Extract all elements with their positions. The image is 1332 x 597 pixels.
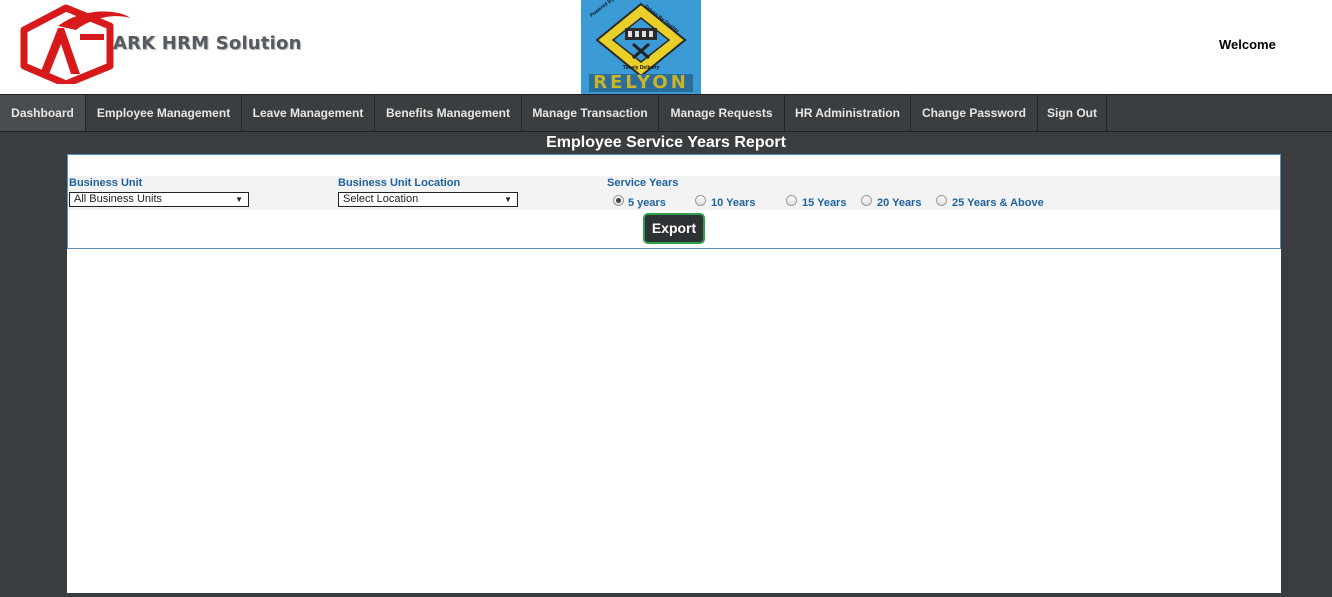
chevron-down-icon: ▼ [235,195,243,204]
welcome-text: Welcome [1219,37,1276,52]
radio-25-years-above-label: 25 Years & Above [952,197,1044,209]
business-unit-location-select[interactable]: Select Location ▼ [338,192,518,207]
business-unit-selected-value: All Business Units [74,193,163,205]
filter-box: Business Unit All Business Units ▼ Busin… [67,154,1281,249]
nav-item-change-password[interactable]: Change Password [911,95,1038,131]
relyon-name: RELYON [593,72,689,93]
radio-15-years[interactable] [786,195,797,206]
page-title: Employee Service Years Report [546,134,786,151]
relyon-bottom-text: Timely Delivery [622,65,660,71]
nav-item-dashboard[interactable]: Dashboard [0,95,86,131]
radio-20-years-label: 20 Years [877,197,922,209]
location-selected-value: Select Location [343,193,419,205]
chevron-down-icon: ▼ [504,195,512,204]
header: ARK HRM Solution Powered By Excellence D… [0,0,1332,94]
business-unit-label: Business Unit [69,177,143,189]
nav-item-manage-transaction[interactable]: Manage Transaction [522,95,659,131]
report-panel: Business Unit All Business Units ▼ Busin… [67,154,1281,593]
service-years-label: Service Years [607,177,679,189]
radio-15-years-label: 15 Years [802,197,847,209]
nav-item-manage-requests[interactable]: Manage Requests [659,95,785,131]
radio-5-years-label: 5 years [628,197,666,209]
radio-25-years-above[interactable] [936,195,947,206]
relyon-logo: Powered By Excellence Driven By Quality … [581,0,701,94]
radio-5-years[interactable] [613,195,624,206]
nav-item-leave-management[interactable]: Leave Management [242,95,375,131]
radio-10-years[interactable] [695,195,706,206]
nav-item-sign-out[interactable]: Sign Out [1038,95,1107,131]
nav-item-benefits-management[interactable]: Benefits Management [375,95,522,131]
radio-10-years-label: 10 Years [711,197,756,209]
nav-item-employee-management[interactable]: Employee Management [86,95,242,131]
radio-20-years[interactable] [861,195,872,206]
main-nav: Dashboard Employee Management Leave Mana… [0,94,1332,132]
business-unit-location-label: Business Unit Location [338,177,461,189]
nav-item-hr-administration[interactable]: HR Administration [785,95,911,131]
business-unit-select[interactable]: All Business Units ▼ [69,192,249,207]
export-button[interactable]: Export [643,213,705,244]
brand-name: ARK HRM Solution [113,33,302,54]
